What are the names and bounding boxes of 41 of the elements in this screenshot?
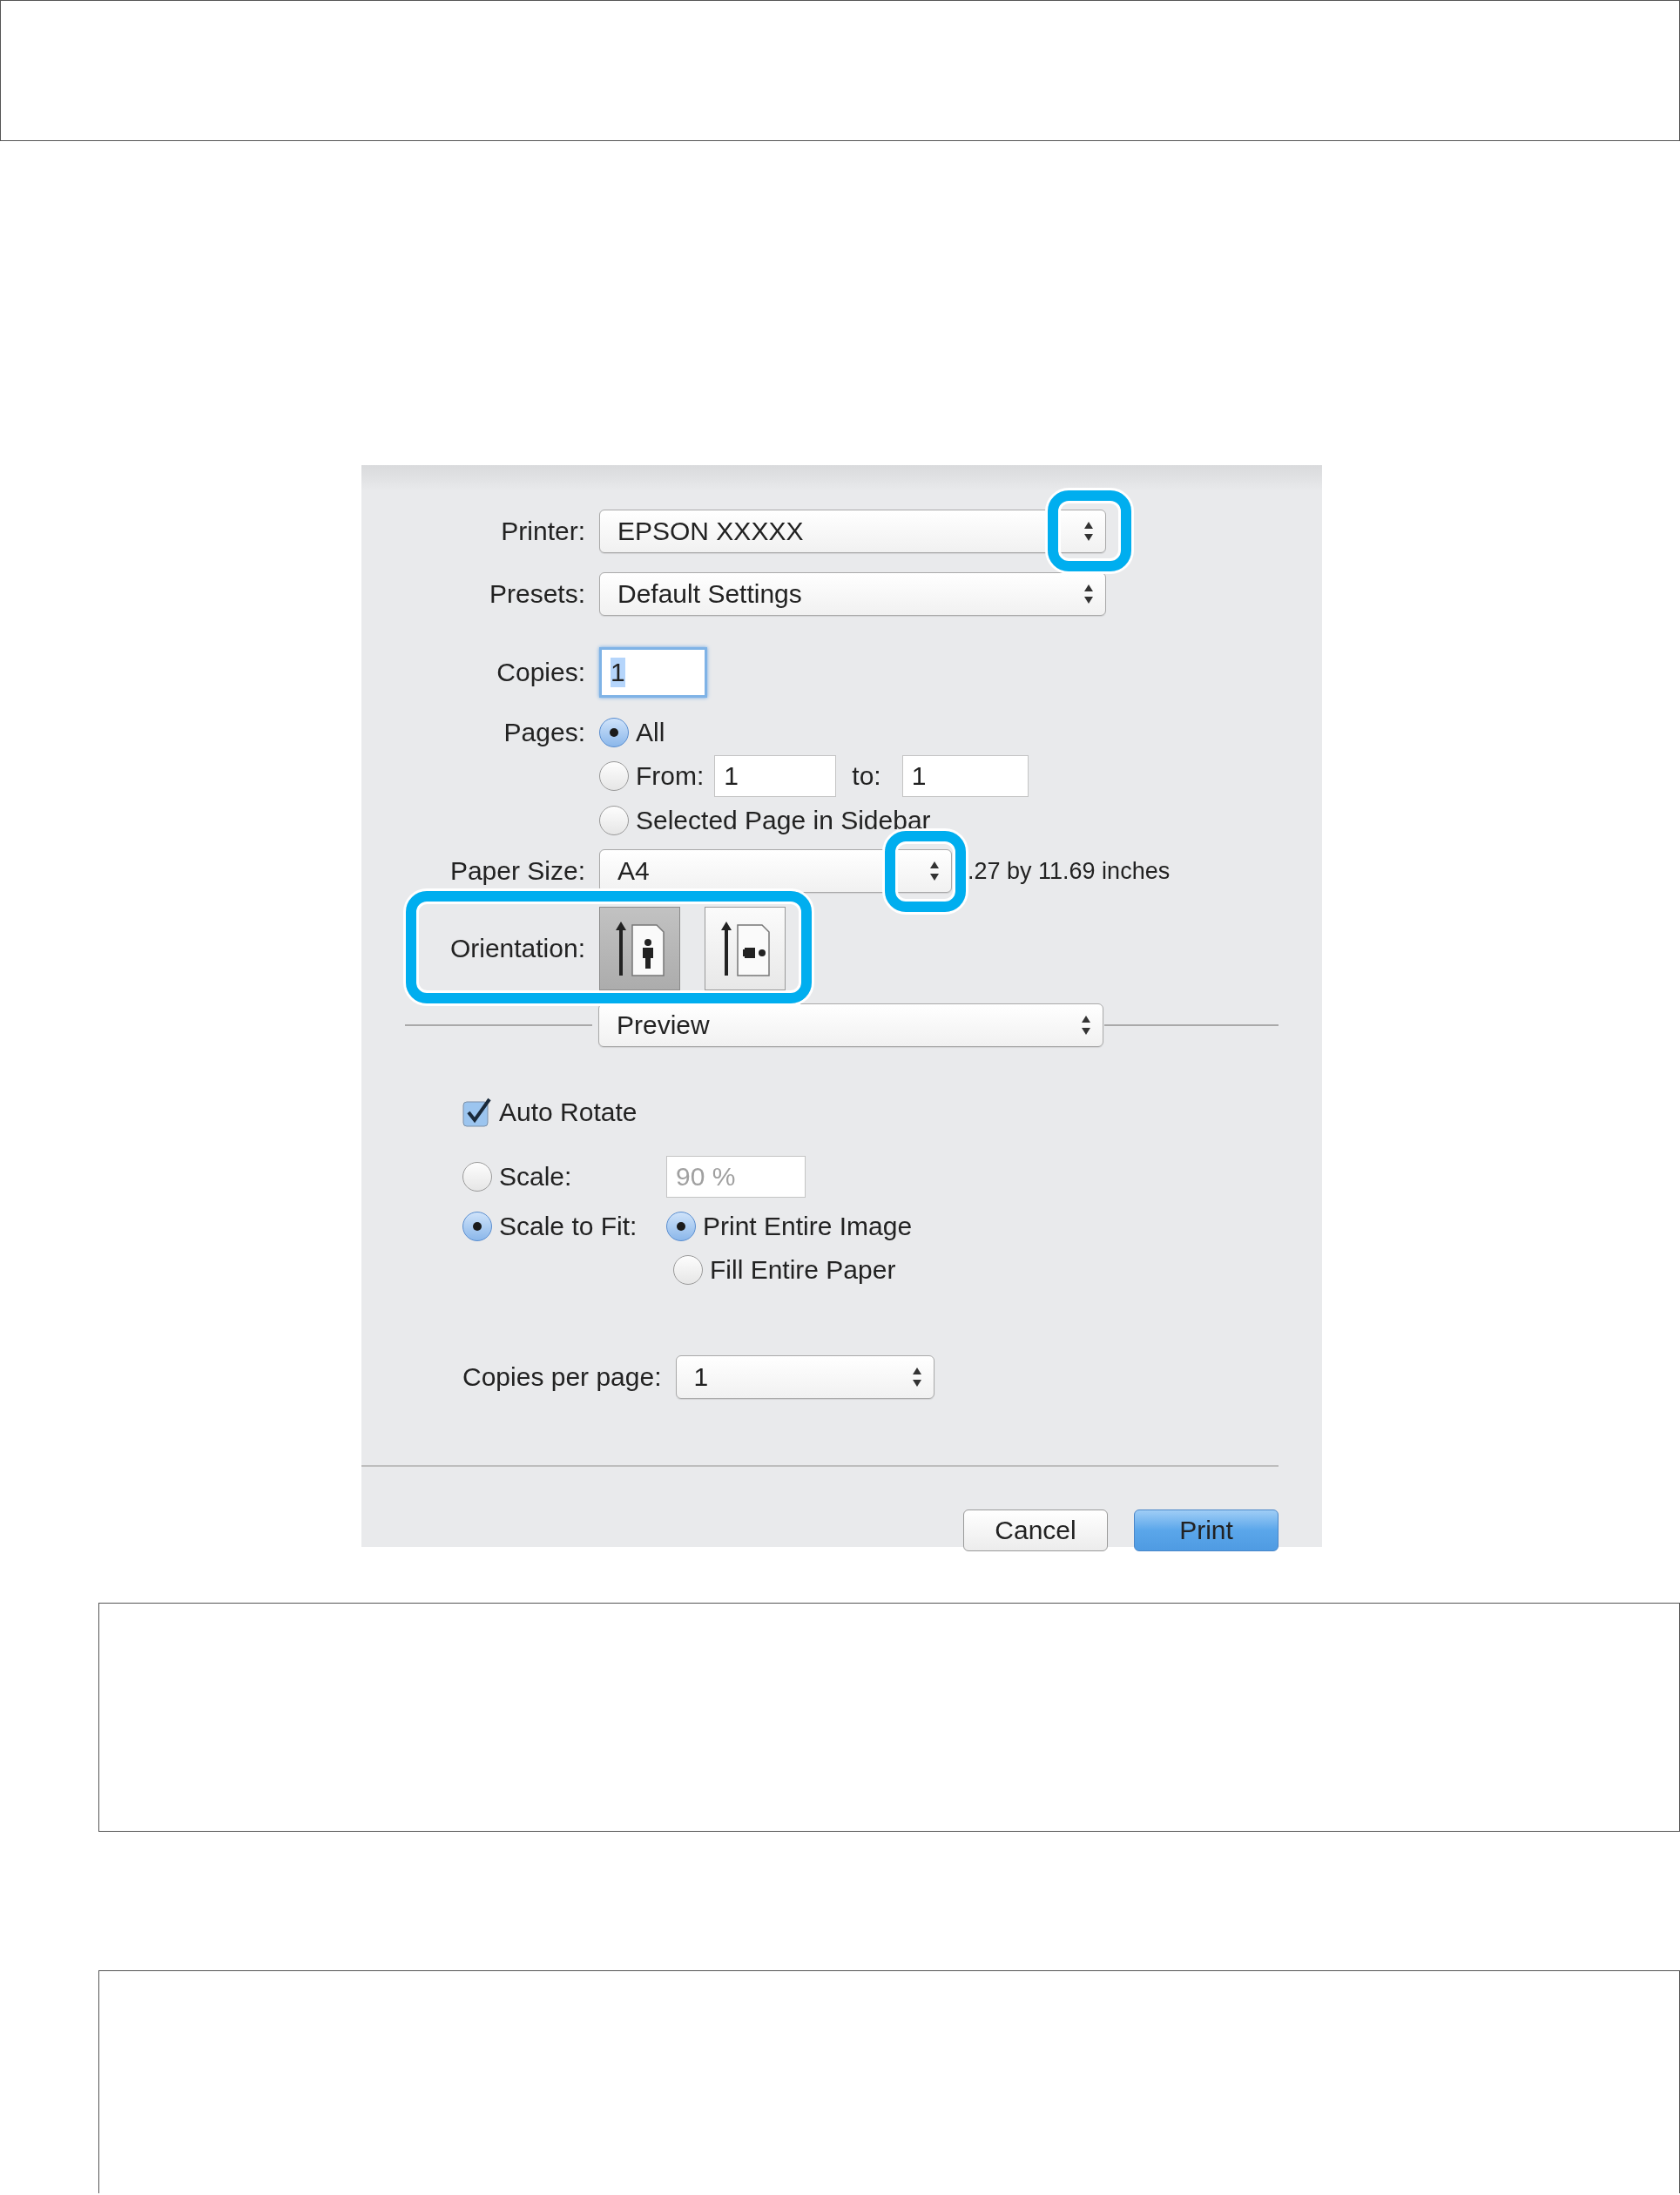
radio-button[interactable]: [666, 1212, 696, 1241]
radio-button[interactable]: [673, 1255, 703, 1285]
field-label: Presets:: [488, 579, 585, 609]
paper-dimensions: .27 by 11.69 inches: [968, 857, 1171, 885]
copies-field[interactable]: 1: [599, 647, 707, 698]
dialog-button[interactable]: Cancel: [963, 1509, 1108, 1551]
field-label: Paper Size:: [449, 856, 585, 886]
section-popup[interactable]: Preview: [598, 1003, 1103, 1047]
radio-label: Scale to Fit:: [499, 1212, 638, 1241]
stepper-arrows-icon: [1083, 521, 1095, 542]
dialog-button[interactable]: Print: [1134, 1509, 1279, 1551]
radio-button[interactable]: [599, 761, 629, 791]
radio-button[interactable]: [599, 718, 629, 747]
checkbox[interactable]: [462, 1098, 492, 1127]
checkbox-label: Auto Rotate: [499, 1098, 638, 1127]
radio-button[interactable]: [462, 1212, 492, 1241]
radio-label: Print Entire Image: [703, 1212, 913, 1241]
stepper-arrows-icon: [928, 861, 941, 881]
field-label: Printer:: [500, 517, 585, 546]
field-label: Copies per page:: [462, 1362, 662, 1392]
orientation-button[interactable]: [705, 907, 786, 990]
field-label: Orientation:: [449, 934, 585, 963]
stepper-arrows-icon: [1080, 1015, 1092, 1036]
paper-size-popup[interactable]: A4: [599, 849, 952, 893]
radio-label: Fill Entire Paper: [710, 1255, 896, 1285]
presets-popup[interactable]: Default Settings: [599, 572, 1106, 616]
orientation-button[interactable]: [599, 907, 680, 990]
printer-popup[interactable]: EPSON XXXXX: [599, 510, 1106, 553]
radio-button[interactable]: [599, 806, 629, 835]
from-page-field[interactable]: 1: [714, 755, 837, 797]
field-label: Pages:: [503, 718, 585, 747]
radio-label: Scale:: [499, 1162, 572, 1192]
to-label: to:: [852, 761, 881, 791]
radio-label: From:: [636, 761, 705, 791]
stepper-arrows-icon: [1083, 584, 1095, 604]
to-page-field[interactable]: 1: [901, 755, 1029, 797]
radio-label: Selected Page in Sidebar: [636, 806, 931, 835]
copies-per-page-popup[interactable]: 1: [675, 1355, 934, 1399]
stepper-arrows-icon: [910, 1367, 923, 1388]
radio-label: All: [636, 718, 665, 747]
field-label: Copies:: [496, 658, 585, 687]
